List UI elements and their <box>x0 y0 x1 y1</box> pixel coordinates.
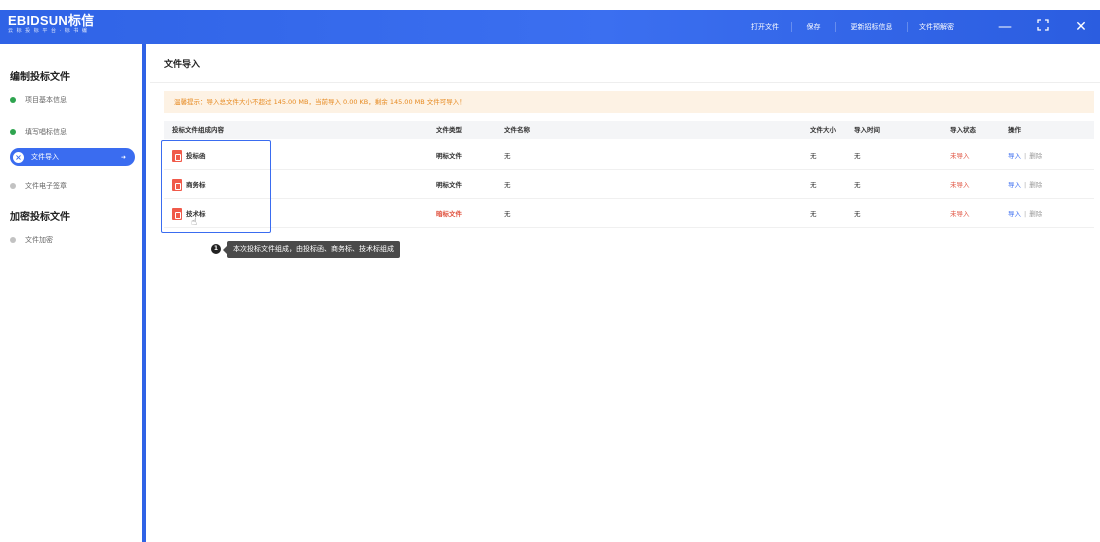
annotation-highlight-box <box>161 140 271 233</box>
row-actions: 导入 | 删除 <box>1008 171 1042 199</box>
sidebar-item-label: 项目基本信息 <box>25 96 67 104</box>
import-status: 未导入 <box>950 152 970 160</box>
open-file-button[interactable]: 打开文件 <box>739 22 791 32</box>
status-dot-pending <box>10 183 16 189</box>
mouse-cursor-icon: ☝ <box>191 217 198 228</box>
status-dot-done <box>10 97 16 103</box>
divider <box>150 82 1100 83</box>
notice-banner: 温馨提示：导入总文件大小不超过 145.00 MB，当前导入 0.00 KB，剩… <box>164 91 1094 113</box>
table-row: 技术标 暗标文件 无 无 无 未导入 导入 | 删除 <box>164 200 1094 228</box>
sidebar-item-e-signature[interactable]: 文件电子签章 <box>10 177 67 195</box>
file-size: 无 <box>810 152 817 160</box>
column-header-import-status: 导入状态 <box>950 126 976 134</box>
app-logo: EBIDSUN标信 云 标 投 标 平 台 · 标 书 编 <box>8 14 94 34</box>
import-button[interactable]: 导入 <box>1008 210 1021 218</box>
sidebar-item-project-info[interactable]: 项目基本信息 <box>10 91 67 109</box>
import-time: 无 <box>854 210 861 218</box>
sidebar: 编制投标文件 项目基本信息 填写唱标信息 × 文件导入 ➜ 文件电子签章 加密投… <box>0 44 146 542</box>
action-separator: | <box>1024 181 1027 189</box>
table-row: 商务标 明标文件 无 无 无 未导入 导入 | 删除 <box>164 171 1094 199</box>
file-pre-decrypt-button[interactable]: 文件预解密 <box>907 22 965 32</box>
action-separator: | <box>1024 210 1027 218</box>
column-header-name: 文件名称 <box>504 126 530 134</box>
arrow-right-icon: ➜ <box>120 153 126 161</box>
top-actions: 打开文件 保存 更新招标信息 文件预解密 <box>739 10 965 44</box>
column-header-type: 文件类型 <box>436 126 462 134</box>
sidebar-item-label: 文件电子签章 <box>25 182 67 190</box>
import-status: 未导入 <box>950 181 970 189</box>
status-dot-pending <box>10 237 16 243</box>
import-status: 未导入 <box>950 210 970 218</box>
column-header-import-time: 导入时间 <box>854 126 880 134</box>
annotation-tooltip: 本次投标文件组成，由投标函、商务标、技术标组成 <box>223 241 400 258</box>
update-tender-info-button[interactable]: 更新招标信息 <box>835 22 907 32</box>
import-time: 无 <box>854 152 861 160</box>
import-time: 无 <box>854 181 861 189</box>
import-button[interactable]: 导入 <box>1008 181 1021 189</box>
sidebar-item-file-encrypt[interactable]: 文件加密 <box>10 231 53 249</box>
minimize-icon[interactable]: — <box>986 19 1024 35</box>
brand-tagline: 云 标 投 标 平 台 · 标 书 编 <box>8 28 88 34</box>
table-header: 投标文件组成内容 文件类型 文件名称 文件大小 导入时间 导入状态 操作 <box>164 121 1094 139</box>
sidebar-item-label: 文件加密 <box>25 236 53 244</box>
file-type: 暗标文件 <box>436 210 462 218</box>
step-number-badge: 1 <box>211 244 221 254</box>
table-row: 投标函 明标文件 无 无 无 未导入 导入 | 删除 <box>164 142 1094 170</box>
main-content: 文件导入 温馨提示：导入总文件大小不超过 145.00 MB，当前导入 0.00… <box>150 44 1100 542</box>
file-name: 无 <box>504 181 511 189</box>
sidebar-item-bid-opening-info[interactable]: 填写唱标信息 <box>10 123 67 141</box>
window-controls: — ✕ <box>986 10 1100 44</box>
save-button[interactable]: 保存 <box>791 22 835 32</box>
section-title-encrypt: 加密投标文件 <box>10 212 70 223</box>
file-size: 无 <box>810 210 817 218</box>
row-actions: 导入 | 删除 <box>1008 200 1042 228</box>
status-dot-done <box>10 129 16 135</box>
import-button[interactable]: 导入 <box>1008 152 1021 160</box>
sidebar-item-label: 填写唱标信息 <box>25 128 67 136</box>
row-actions: 导入 | 删除 <box>1008 142 1042 170</box>
maximize-icon[interactable] <box>1024 19 1062 35</box>
close-icon[interactable]: ✕ <box>1062 19 1100 35</box>
delete-button[interactable]: 删除 <box>1029 210 1042 218</box>
file-size: 无 <box>810 181 817 189</box>
sidebar-item-label: 文件导入 <box>31 153 59 161</box>
sidebar-item-file-import[interactable]: × 文件导入 ➜ <box>10 148 135 166</box>
delete-button[interactable]: 删除 <box>1029 181 1042 189</box>
close-circle-icon: × <box>13 151 24 163</box>
action-separator: | <box>1024 152 1027 160</box>
section-title-compile: 编制投标文件 <box>10 72 70 83</box>
page-title: 文件导入 <box>164 60 201 70</box>
file-name: 无 <box>504 210 511 218</box>
top-strip <box>0 0 1100 10</box>
file-name: 无 <box>504 152 511 160</box>
column-header-actions: 操作 <box>1008 126 1021 134</box>
column-header-size: 文件大小 <box>810 126 836 134</box>
file-type: 明标文件 <box>436 181 462 189</box>
title-bar: EBIDSUN标信 云 标 投 标 平 台 · 标 书 编 打开文件 保存 更新… <box>0 10 1100 44</box>
delete-button[interactable]: 删除 <box>1029 152 1042 160</box>
column-header-content: 投标文件组成内容 <box>172 126 224 134</box>
file-type: 明标文件 <box>436 152 462 160</box>
brand-name: EBIDSUN标信 <box>8 13 95 28</box>
